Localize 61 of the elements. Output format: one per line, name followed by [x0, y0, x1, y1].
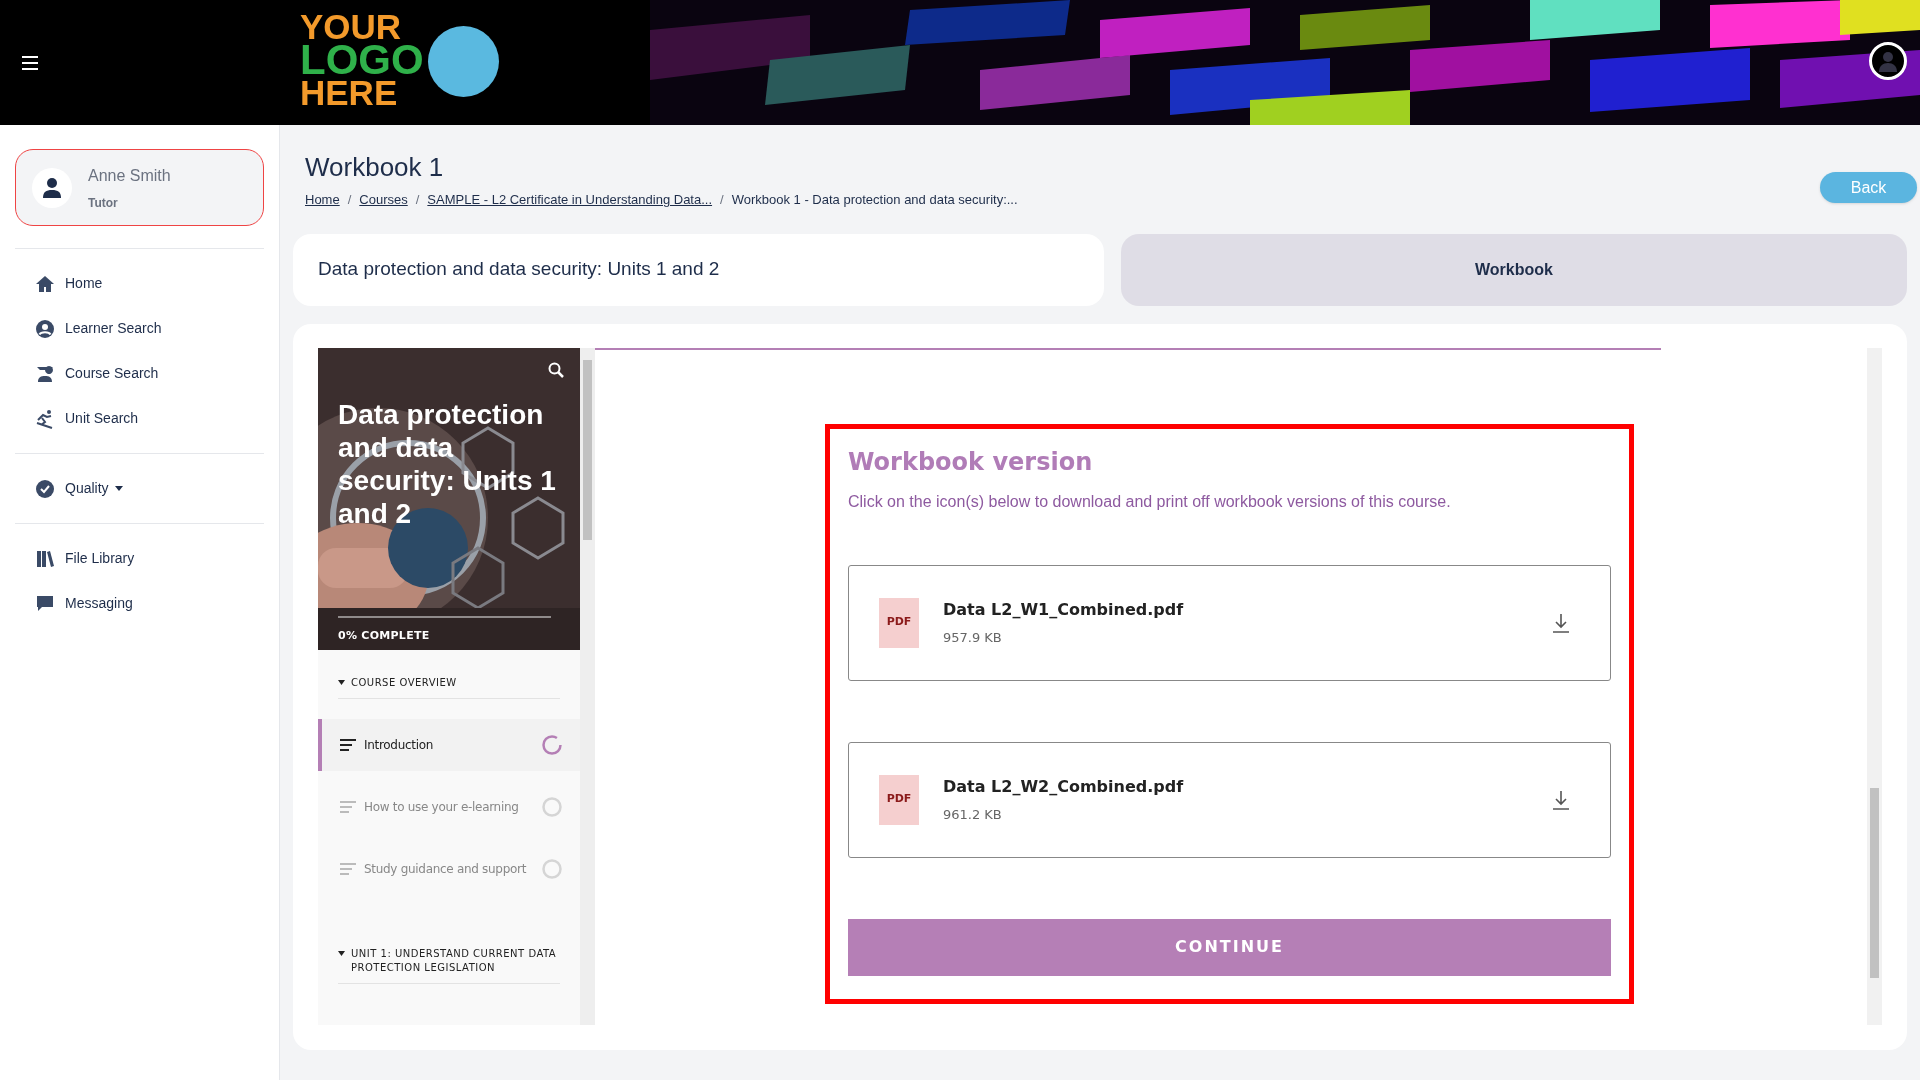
lesson-title[interactable]: How to use your e-learning — [364, 797, 534, 816]
list-icon — [340, 800, 356, 813]
breadcrumb-separator: / — [347, 191, 352, 209]
lesson-title[interactable]: Study guidance and support — [364, 859, 534, 878]
menu-icon[interactable] — [22, 55, 38, 70]
page-title: Workbook 1 — [305, 152, 445, 182]
file-name: Data L2_W2_Combined.pdf — [943, 775, 1185, 798]
check-circle-icon — [35, 478, 55, 499]
skier-icon — [35, 408, 55, 429]
scrollbar[interactable] — [1867, 347, 1882, 1025]
caret-icon[interactable] — [338, 950, 345, 956]
logo-text: YOUR — [300, 10, 402, 43]
user-role: Tutor — [88, 194, 119, 212]
logo-text: HERE — [300, 76, 398, 109]
profile-card[interactable]: Anne Smith Tutor — [15, 149, 264, 226]
progress-label: 0% COMPLETE — [338, 627, 430, 644]
nav-link[interactable]: Messaging — [15, 581, 264, 626]
user-name: Anne Smith — [88, 165, 171, 186]
nav-link[interactable]: Course Search — [15, 351, 264, 396]
breadcrumb-separator: / — [415, 191, 420, 209]
breadcrumb-current: Workbook 1 - Data protection and data security:... — [731, 191, 1018, 209]
section-heading[interactable]: COURSE OVERVIEW — [351, 675, 457, 690]
user-icon — [32, 167, 72, 208]
caret-icon[interactable] — [338, 679, 345, 685]
pdf-file-icon: PDF — [879, 774, 919, 825]
books-icon — [35, 548, 55, 569]
nav-link[interactable]: Quality — [15, 466, 264, 511]
download-icon[interactable] — [1552, 612, 1570, 633]
nav-link[interactable]: Unit Search — [15, 396, 264, 441]
tab[interactable]: Data protection and data security: Units 1 and 2 — [293, 233, 1104, 306]
nav-link[interactable]: File Library — [15, 536, 264, 581]
download-icon[interactable] — [1552, 789, 1570, 810]
search-icon[interactable] — [548, 361, 564, 378]
lesson-item[interactable]: How to use your e-learning — [318, 780, 580, 833]
lesson-item[interactable]: Introduction — [318, 718, 580, 771]
nav-link[interactable]: Home — [15, 261, 264, 306]
file-size: 957.9 KB — [943, 628, 1003, 647]
home-icon — [35, 273, 55, 294]
nav-link[interactable]: Learner Search — [15, 306, 264, 351]
breadcrumb-link[interactable]: SAMPLE - L2 Certificate in Understanding Data... — [427, 190, 713, 210]
breadcrumb-link[interactable]: Home — [305, 190, 340, 210]
file-size: 961.2 KB — [943, 805, 1003, 824]
section-heading[interactable]: UNIT 1: UNDERSTAND CURRENT DATA PROTECTION LEGISLATION — [351, 946, 560, 975]
list-icon — [340, 862, 356, 875]
lesson-item[interactable]: Study guidance and support — [318, 842, 580, 895]
scrollbar[interactable] — [580, 347, 595, 1025]
section-heading: Workbook version — [848, 446, 1094, 478]
file-name: Data L2_W1_Combined.pdf — [943, 598, 1185, 621]
chat-bubble-icon — [35, 593, 55, 614]
course-cover-title: Data protection and data security: Units 1 and 2 — [338, 397, 557, 530]
tab[interactable]: Workbook — [1121, 233, 1907, 306]
breadcrumb-link[interactable]: Courses — [359, 190, 408, 210]
graduate-icon — [35, 363, 55, 384]
pdf-file-icon: PDF — [879, 597, 919, 648]
lesson-title[interactable]: Introduction — [364, 735, 534, 754]
logo[interactable]: YOUR LOGO HERE — [300, 10, 500, 115]
list-icon — [340, 738, 356, 751]
user-circle-icon — [35, 318, 55, 339]
logo-text: LOGO — [300, 43, 424, 76]
breadcrumb-separator: / — [720, 191, 724, 209]
instructions-text: Click on the icon(s) below to download and print off workbook versions of this course. — [848, 491, 1452, 512]
